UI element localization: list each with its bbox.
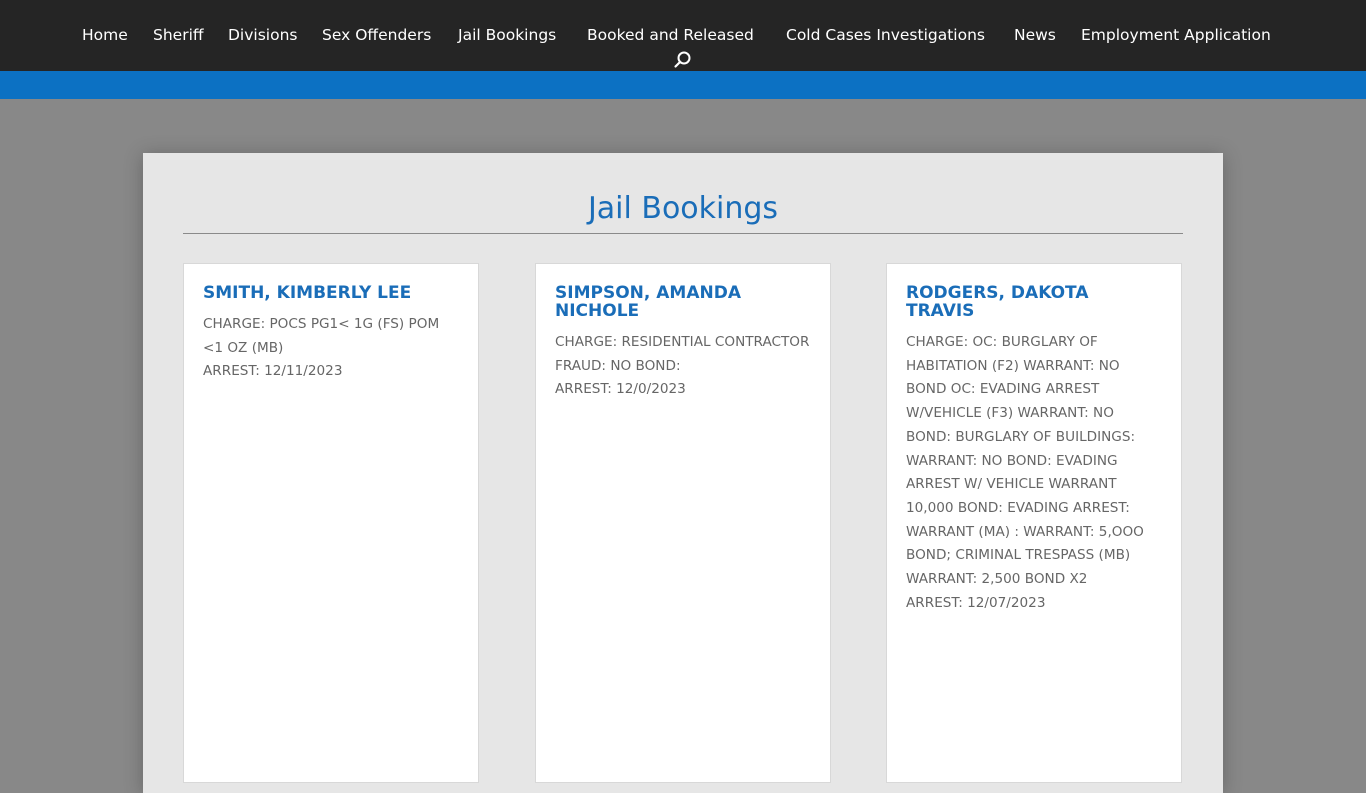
booking-charge: CHARGE: OC: BURGLARY OF HABITATION (F2) … — [906, 334, 1144, 588]
nav-item-home[interactable]: Home — [82, 25, 128, 45]
nav-item-jail-bookings[interactable]: Jail Bookings — [458, 25, 556, 45]
nav-item-sex-offenders[interactable]: Sex Offenders — [322, 25, 431, 45]
nav-item-divisions[interactable]: Divisions — [228, 25, 298, 45]
booking-name[interactable]: SIMPSON, AMANDA NICHOLE — [555, 284, 811, 320]
page-title: Jail Bookings — [587, 191, 779, 226]
booking-card: RODGERS, DAKOTA TRAVIS CHARGE: OC: BURGL… — [886, 263, 1182, 783]
top-navigation-bar: Home Sheriff Divisions Sex Offenders Jai… — [0, 0, 1366, 71]
booking-arrest-date: ARREST: 12/0/2023 — [555, 381, 686, 398]
accent-bar — [0, 71, 1366, 99]
booking-card: SMITH, KIMBERLY LEE CHARGE: POCS PG1< 1G… — [183, 263, 479, 783]
nav-item-booked-and-released[interactable]: Booked and Released — [587, 25, 754, 45]
search-icon[interactable] — [673, 50, 693, 70]
booking-card: SIMPSON, AMANDA NICHOLE CHARGE: RESIDENT… — [535, 263, 831, 783]
booking-name[interactable]: RODGERS, DAKOTA TRAVIS — [906, 284, 1162, 320]
nav-item-cold-cases-investigations[interactable]: Cold Cases Investigations — [786, 25, 985, 45]
booking-arrest-date: ARREST: 12/07/2023 — [906, 594, 1046, 611]
booking-charge: CHARGE: POCS PG1< 1G (FS) POM <1 OZ (MB) — [203, 316, 440, 356]
booking-arrest-date: ARREST: 12/11/2023 — [203, 363, 343, 380]
booking-name[interactable]: SMITH, KIMBERLY LEE — [203, 284, 459, 302]
title-divider — [183, 233, 1183, 234]
booking-charge: CHARGE: RESIDENTIAL CONTRACTOR FRAUD: NO… — [555, 334, 810, 374]
nav-item-sheriff[interactable]: Sheriff — [153, 25, 204, 45]
nav-item-news[interactable]: News — [1014, 25, 1056, 45]
nav-item-employment-application[interactable]: Employment Application — [1081, 25, 1271, 45]
content-panel: Jail Bookings SMITH, KIMBERLY LEE CHARGE… — [143, 153, 1223, 793]
